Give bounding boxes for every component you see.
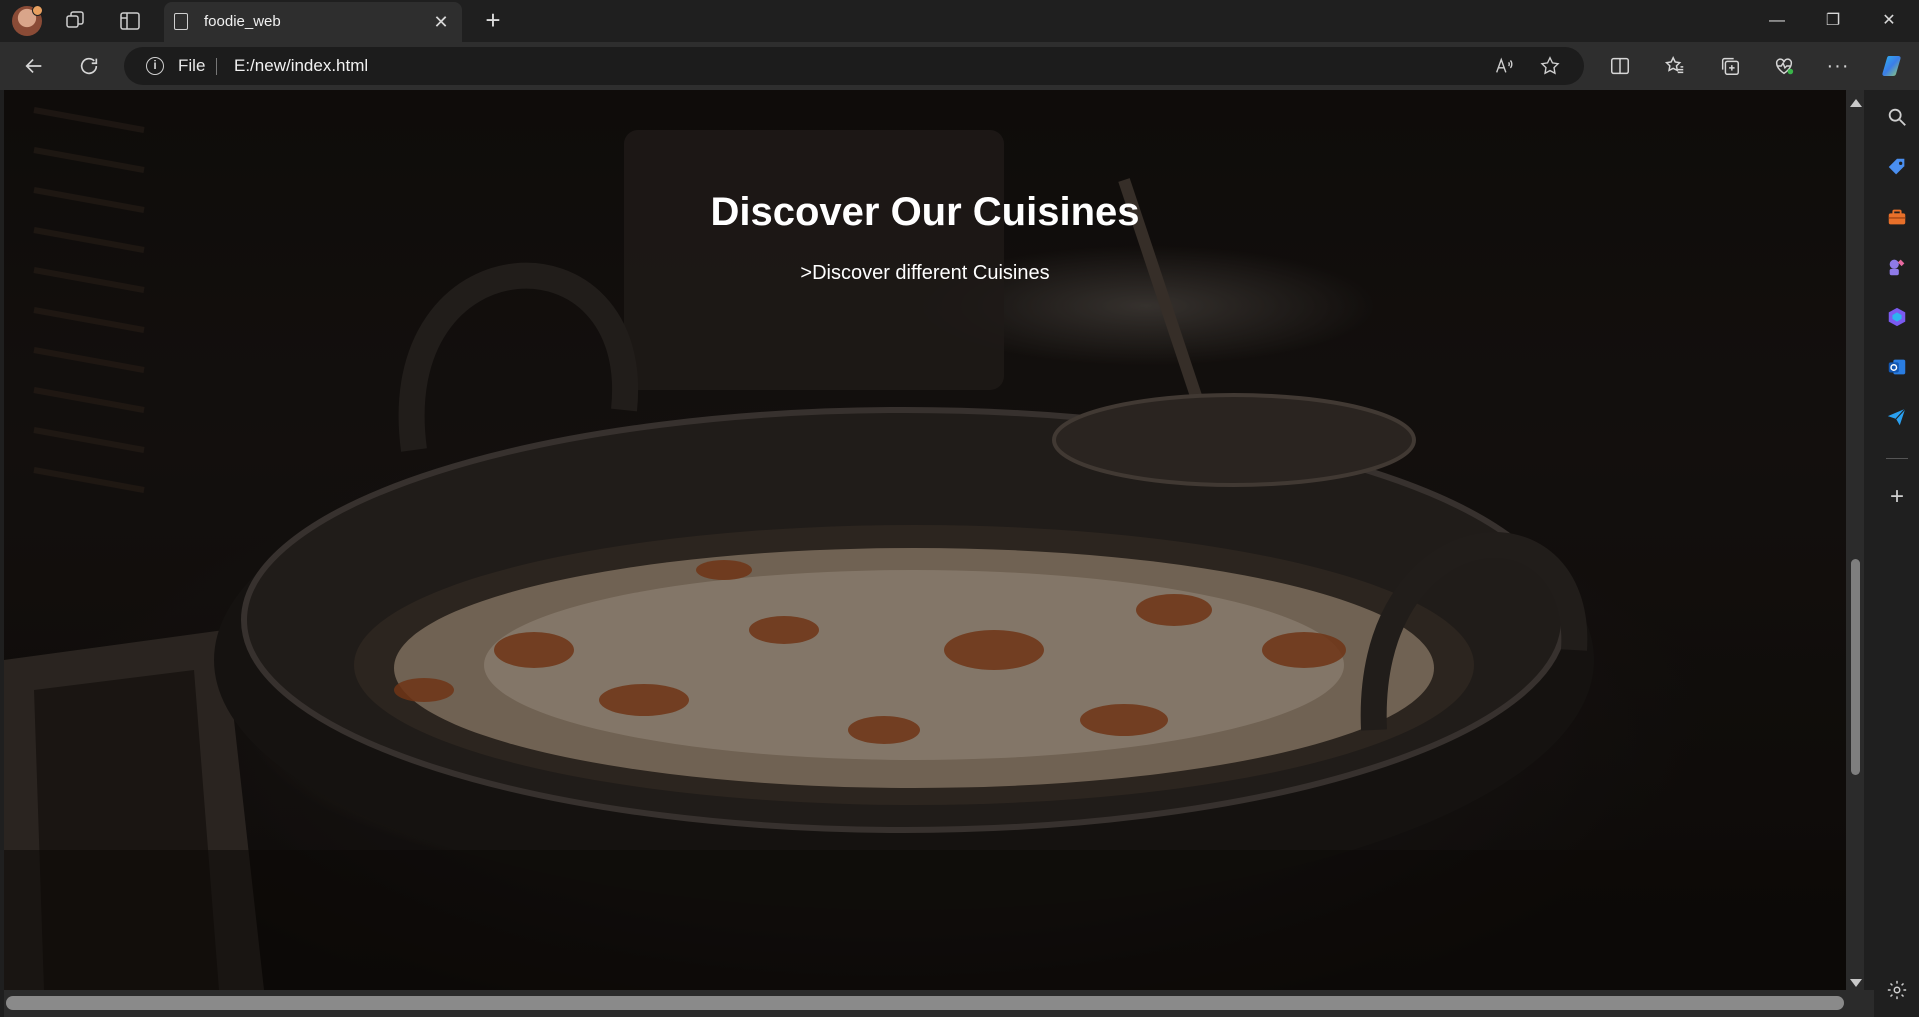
outlook-icon[interactable] [1884, 354, 1910, 380]
sidebar-search-icon[interactable] [1884, 104, 1910, 130]
tab-title: foodie_web [204, 13, 281, 30]
tab-foodie-web[interactable]: foodie_web ✕ [164, 2, 462, 42]
maximize-button[interactable]: ❐ [1805, 0, 1861, 42]
back-button[interactable] [16, 50, 52, 82]
edge-sidebar: + [1874, 90, 1919, 1017]
hero-subtitle: >Discover different Cuisines [800, 262, 1050, 284]
games-icon[interactable] [1884, 254, 1910, 280]
settings-gear-icon[interactable] [1884, 977, 1910, 1003]
favorites-icon [1664, 56, 1684, 74]
vertical-tabs-icon[interactable] [118, 9, 142, 33]
page-icon [174, 13, 188, 30]
browser-essentials-button[interactable] [1766, 50, 1802, 82]
address-scheme-label: File [178, 56, 206, 75]
new-tab-button[interactable]: + [478, 6, 508, 36]
scroll-down-arrow-icon[interactable] [1850, 979, 1862, 987]
tab-strip: foodie_web ✕ + — ❐ ✕ [0, 0, 1919, 42]
favorite-star-icon[interactable] [1538, 55, 1562, 77]
address-url[interactable]: E:/new/index.html [234, 56, 368, 76]
scroll-up-arrow-icon[interactable] [1850, 99, 1862, 107]
split-screen-button[interactable] [1602, 50, 1638, 82]
back-arrow-icon [25, 58, 42, 74]
copilot-icon [1882, 56, 1901, 76]
workspaces-icon[interactable] [64, 9, 88, 33]
minimize-button[interactable]: — [1749, 0, 1805, 42]
scrollbar-corner [1846, 990, 1874, 1017]
page-viewport: Discover Our Cuisines >Discover differen… [4, 90, 1846, 990]
sidebar-divider [1886, 458, 1908, 459]
vertical-scrollbar[interactable] [1846, 90, 1864, 990]
more-options-button[interactable]: ··· [1820, 50, 1856, 82]
sidebar-add-button[interactable]: + [1884, 483, 1910, 510]
split-screen-icon [1611, 57, 1629, 75]
refresh-button[interactable] [71, 50, 107, 82]
tab-close-icon[interactable]: ✕ [430, 11, 452, 33]
site-info-icon[interactable]: i [146, 57, 164, 75]
tools-briefcase-icon[interactable] [1884, 204, 1910, 230]
send-drop-icon[interactable] [1884, 404, 1910, 430]
copilot-button[interactable] [1876, 50, 1912, 82]
microsoft-365-icon[interactable] [1884, 304, 1910, 330]
collections-button[interactable] [1712, 50, 1748, 82]
horizontal-scrollbar[interactable] [4, 990, 1846, 1017]
close-window-button[interactable]: ✕ [1861, 0, 1917, 42]
horizontal-scroll-thumb[interactable] [6, 996, 1844, 1010]
read-aloud-icon[interactable] [1492, 55, 1516, 77]
vertical-scroll-thumb[interactable] [1851, 559, 1860, 775]
heart-pulse-icon [1775, 58, 1794, 75]
address-separator [216, 58, 217, 75]
profile-avatar[interactable] [12, 5, 43, 36]
shopping-tag-icon[interactable] [1884, 154, 1910, 180]
refresh-icon [80, 57, 98, 75]
address-bar[interactable]: i File E:/new/index.html [124, 47, 1584, 85]
hero-title: Discover Our Cuisines [710, 190, 1140, 234]
collections-icon [1721, 57, 1739, 75]
favorites-button[interactable] [1657, 50, 1693, 82]
browser-toolbar: i File E:/new/index.html ··· [0, 42, 1919, 90]
